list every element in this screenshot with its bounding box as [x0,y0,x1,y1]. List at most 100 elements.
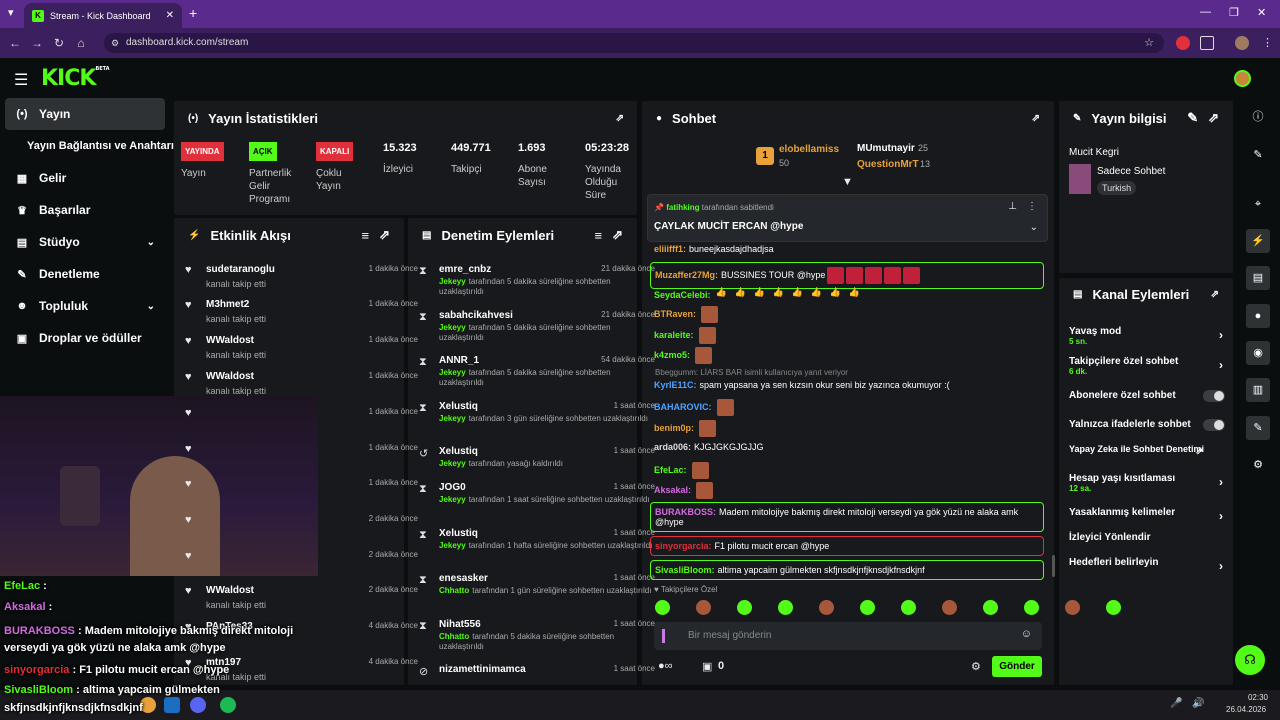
chat-username[interactable]: Muzaffer27Mg: [655,270,718,280]
chat-username[interactable]: arda006: [654,442,691,452]
maximize-icon[interactable]: ❐ [1229,6,1239,19]
spotify-taskbar-icon[interactable] [220,697,236,713]
sidebar-item-studyo[interactable]: ▤ Stüdyo ⌄ [5,226,165,258]
rail-lightning-icon[interactable]: ⚡ [1246,229,1270,253]
new-tab-icon[interactable]: + [189,5,197,21]
moderator-name[interactable]: Jekeyy [439,541,466,550]
table-row[interactable]: ↺ Xelustiq Jekeyy tarafından yasağı kaldırı… [419,446,657,469]
url-field[interactable]: ⚙ dashboard.kick.com/stream ☆ [104,33,1164,53]
rail-broadcast-icon[interactable]: ◉ [1246,341,1270,365]
channel-points-icon[interactable]: ●∞ [658,660,673,672]
external-link-icon[interactable]: ⇗ [1195,446,1203,457]
forward-icon[interactable]: → [26,36,48,50]
list-item[interactable]: ♥ WWaldost kanalı takip etti 1 dakika önce [185,371,428,396]
sidebar-item-gelir[interactable]: ▦ Gelir [5,162,165,194]
moderator-name[interactable]: Jekeyy [439,495,466,504]
site-info-icon[interactable]: ⚙ [111,33,119,53]
top-gifter-2[interactable]: MUmutnayir [857,143,915,154]
channel-action-item[interactable]: Abonelere özel sohbet [1069,390,1229,402]
sidebar-item-denetleme[interactable]: ✎ Denetleme [5,258,165,290]
expand-leaderboard-icon[interactable]: ▼ [842,176,853,188]
steam-taskbar-icon[interactable] [164,697,180,713]
pinned-by[interactable]: fatihking [666,203,699,212]
channel-action-item[interactable]: Yapay Zeka ile Sohbet Denetimi ⇗ [1069,444,1209,457]
sidebar-item-yayin[interactable]: (•) Yayın [5,98,165,130]
tab-search-icon[interactable]: ▾ [8,6,14,19]
table-row[interactable]: ⧗ ANNR_1 Jekeyy tarafından 5 dakika süreliğ… [419,355,657,388]
kick-logo[interactable]: KICKBETA [41,66,110,91]
chat-username[interactable]: karaleite: [654,330,694,340]
browser-tab[interactable]: K Stream - Kick Dashboard ✕ [24,3,182,28]
chat-scrollbar[interactable] [1052,555,1055,577]
rail-document-icon[interactable]: ▤ [1246,266,1270,290]
top-gifter-1[interactable]: elobellamiss [779,144,839,155]
list-item[interactable]: ♥ mtn197 kanalı takip etti 4 dakika önce [185,657,428,682]
rail-gear-icon[interactable]: ⚙ [1246,453,1270,477]
rail-wrench-icon[interactable]: ✎ [1246,416,1270,440]
close-tab-icon[interactable]: ✕ [166,10,174,21]
profile-avatar[interactable] [1235,36,1249,50]
sidebar-item-stream-key[interactable]: Yayın Bağlantısı ve Anahtarı [5,130,175,162]
popout-icon[interactable]: ⇗ [379,227,390,243]
list-item[interactable]: ♥ WWaldost kanalı takip etti 1 dakika önce [185,335,428,360]
emote-icon[interactable] [655,600,670,615]
emote-icon[interactable] [696,600,711,615]
list-item[interactable]: ♥ WWaldost kanalı takip etti 2 dakika önce [185,585,428,610]
extensions-puzzle-icon[interactable] [1200,36,1214,50]
chat-username[interactable]: Aksakal: [654,485,691,495]
moderator-name[interactable]: Chhatto [439,586,469,595]
minimize-icon[interactable]: — [1200,6,1211,18]
gift-icon[interactable]: ▣ [702,660,712,673]
channel-action-item[interactable]: Hedefleri belirleyin › [1069,557,1229,573]
sidebar-item-basarilar[interactable]: ♛ Başarılar [5,194,165,226]
emote-icon[interactable] [983,600,998,615]
chat-username[interactable]: BAHAROVIC: [654,402,712,412]
chevron-down-icon[interactable]: ⌄ [1030,222,1038,233]
chat-username[interactable]: EfeLac: [654,465,687,475]
mic-icon[interactable]: 🎤 [1170,698,1182,709]
sidebar-item-droplar[interactable]: ▣ Droplar ve ödüller [5,322,165,354]
home-icon[interactable]: ⌂ [70,36,92,50]
bookmark-star-icon[interactable]: ☆ [1144,33,1154,53]
chevron-right-icon[interactable]: › [1219,475,1223,489]
popout-icon[interactable]: ⇗ [1211,289,1219,300]
moderator-name[interactable]: Chhatto [439,632,469,641]
table-row[interactable]: ⧗ Nihat556 Chhatto tarafından 5 dakika süre… [419,619,657,652]
chat-username[interactable]: k4zmo5: [654,350,690,360]
chat-username[interactable]: BTRaven: [654,309,696,319]
table-row[interactable]: ⧗ emre_cnbz Jekeyy tarafından 5 dakika süre… [419,264,657,297]
extension-icon[interactable] [1176,36,1190,50]
channel-action-item[interactable]: Yasaklanmış kelimeler › [1069,507,1229,523]
emoji-picker-icon[interactable]: ☺ [1021,628,1032,640]
stream-category[interactable]: Sadece Sohbet [1097,166,1165,177]
info-icon[interactable]: ⓘ [1246,105,1270,129]
chat-username[interactable]: eliiifff1: [654,244,686,254]
window-close-icon[interactable]: ✕ [1257,6,1266,19]
emote-icon[interactable] [860,600,875,615]
rail-chat-icon[interactable]: ● [1246,304,1270,328]
chat-username[interactable]: SivasliBloom: [655,565,715,575]
chat-settings-icon[interactable]: ⚙ [971,660,981,673]
rail-channel-icon[interactable]: ▥ [1246,378,1270,402]
pencil-icon[interactable]: ✎ [1246,143,1270,167]
focus-icon[interactable]: ⌖ [1246,192,1270,216]
chat-username[interactable]: benim0p: [654,423,694,433]
user-avatar[interactable] [1234,70,1251,87]
emote-icon[interactable] [737,600,752,615]
chat-username[interactable]: sinyorgarcia: [655,541,712,551]
chat-username[interactable]: BURAKBOSS: [655,507,716,517]
chat-username[interactable]: SeydaCelebi: [654,290,711,300]
popout-icon[interactable]: ⇗ [1208,110,1219,126]
unpin-icon[interactable]: ⊥ [1008,201,1017,212]
chevron-right-icon[interactable]: › [1219,358,1223,372]
moderator-name[interactable]: Jekeyy [439,368,466,377]
chat-input[interactable]: Bir mesaj gönderin ☺ [654,622,1042,650]
list-item[interactable]: ♥ sudetaranoglu kanalı takip etti 1 dakika … [185,264,428,289]
sidebar-item-topluluk[interactable]: ☻ Topluluk ⌄ [5,290,165,322]
hamburger-menu-icon[interactable]: ☰ [14,70,28,90]
emote-icon[interactable] [778,600,793,615]
toggle-switch[interactable] [1203,390,1225,402]
emote-icon[interactable] [1106,600,1121,615]
chevron-right-icon[interactable]: › [1219,328,1223,342]
channel-action-item[interactable]: Takipçilere özel sohbet 6 dk. › [1069,356,1229,376]
